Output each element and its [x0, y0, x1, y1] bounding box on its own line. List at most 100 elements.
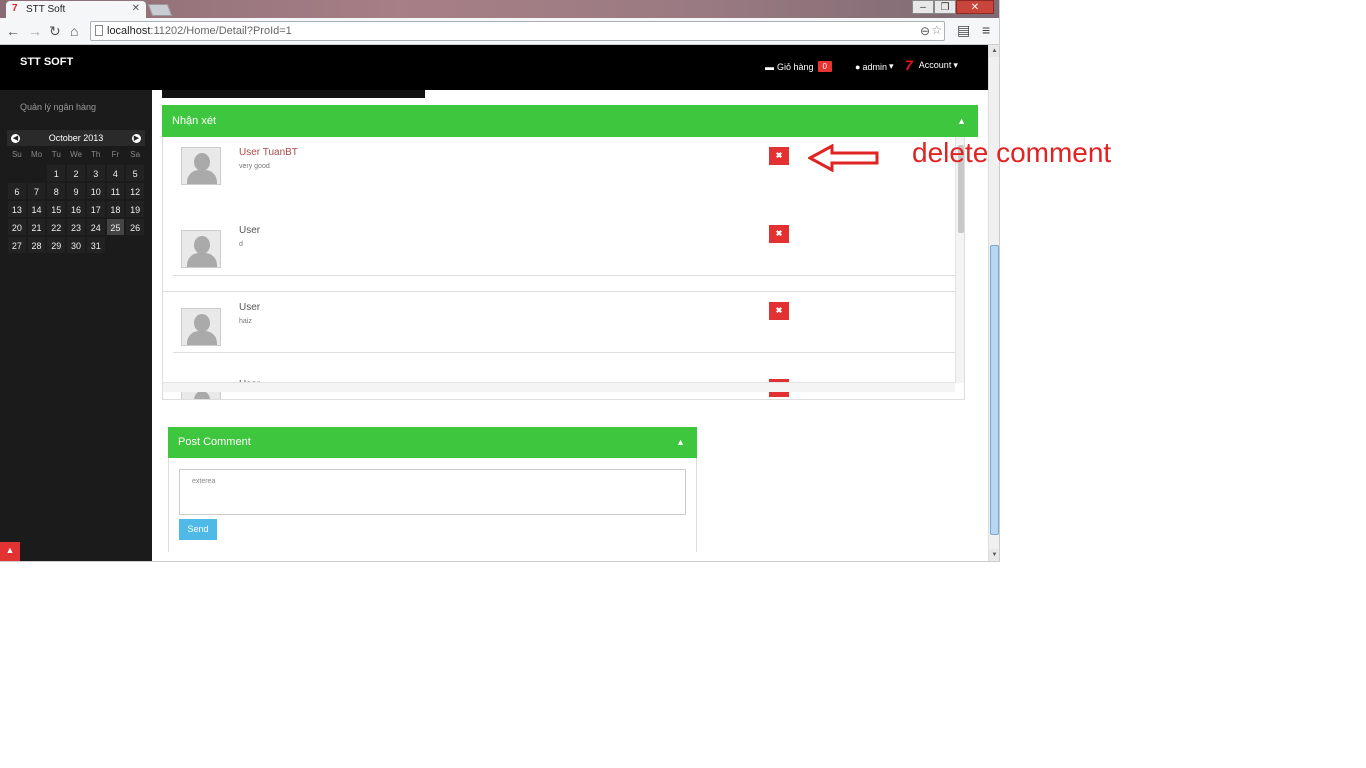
comments-vertical-scrollbar[interactable]	[955, 137, 964, 383]
calendar-weekday: Th	[91, 150, 101, 159]
calendar-widget: ◀ October 2013 ▶ Su Mo Tu We Th Fr Sa 1 2 3 4 5 6 7 8 9…	[7, 130, 145, 254]
close-tab-icon[interactable]: ✕	[132, 3, 140, 14]
calendar-day[interactable]: 6	[7, 182, 27, 200]
forward-icon[interactable]: →	[28, 23, 42, 39]
scroll-up-icon[interactable]: ▲	[989, 45, 999, 57]
calendar-day[interactable]: 7	[26, 182, 47, 200]
account-label: Account	[918, 60, 952, 70]
calendar-day[interactable]: 18	[105, 200, 126, 218]
prev-month-icon[interactable]: ◀	[11, 133, 20, 143]
url-path: :11202/Home/Detail?ProId=1	[150, 25, 292, 37]
comments-horizontal-scrollbar[interactable]	[163, 382, 955, 392]
user-menu[interactable]: ● admin ▾	[855, 61, 893, 72]
tab-strip: 7 STT Soft ✕ – ❐ ✕	[0, 0, 999, 18]
avatar	[181, 147, 221, 185]
next-month-icon[interactable]: ▶	[131, 133, 141, 143]
calendar-day[interactable]: 13	[7, 200, 27, 218]
calendar-day[interactable]: 4	[105, 164, 126, 182]
calendar-day[interactable]: 31	[85, 236, 106, 254]
scroll-top-button[interactable]: ▲	[0, 542, 20, 561]
scrollbar-thumb[interactable]	[990, 245, 999, 535]
calendar-day[interactable]: 20	[7, 218, 27, 236]
chevron-up-icon[interactable]: ▲	[676, 427, 685, 458]
chevron-down-icon: ▾	[953, 59, 958, 70]
cart-link[interactable]: ▬ Giỏ hàng 0	[765, 61, 832, 72]
calendar-day[interactable]: 23	[66, 218, 86, 236]
calendar-empty-cell	[7, 164, 27, 182]
calendar-day[interactable]: 11	[105, 182, 126, 200]
comment-user: User TuanBT	[239, 147, 298, 158]
calendar-empty-cell	[125, 236, 145, 254]
user-icon: ●	[855, 61, 861, 72]
extension-icon[interactable]: ▤	[957, 22, 970, 39]
calendar-day[interactable]: 19	[125, 200, 145, 218]
browser-toolbar: ← → ↻ ⌂ localhost:11202/Home/Detail?ProI…	[0, 18, 999, 45]
calendar-weekday: Fr	[111, 150, 120, 159]
delete-comment-button[interactable]: ✖	[769, 147, 789, 165]
calendar-day[interactable]: 14	[26, 200, 47, 218]
new-tab-button[interactable]	[147, 4, 173, 16]
brand-logo-icon: 7	[905, 57, 913, 73]
calendar-day[interactable]: 22	[46, 218, 67, 236]
calendar-header: ◀ October 2013 ▶	[7, 130, 145, 146]
calendar-month: October 2013	[48, 133, 104, 143]
chevron-up-icon[interactable]: ▲	[957, 105, 966, 137]
page-icon	[95, 25, 103, 36]
send-button[interactable]: Send	[179, 519, 217, 540]
home-icon[interactable]: ⌂	[70, 23, 78, 39]
reload-icon[interactable]: ↻	[49, 23, 61, 39]
bookmark-star-icon[interactable]: ☆	[931, 23, 942, 37]
comments-panel-title: Nhận xét	[172, 115, 217, 127]
account-menu[interactable]: 7 Account ▾	[905, 57, 958, 73]
calendar-day[interactable]: 17	[85, 200, 106, 218]
url-host: localhost	[107, 25, 151, 37]
calendar-day[interactable]: 10	[85, 182, 106, 200]
calendar-day[interactable]: 30	[66, 236, 86, 254]
zoom-icon[interactable]: ⊖	[920, 24, 930, 38]
calendar-day[interactable]: 3	[85, 164, 106, 182]
calendar-day[interactable]: 26	[125, 218, 145, 236]
calendar-day[interactable]: 12	[125, 182, 145, 200]
delete-comment-button[interactable]: ✖	[769, 302, 789, 320]
comment-text: d	[239, 241, 243, 248]
back-icon[interactable]: ←	[6, 23, 20, 39]
calendar-day[interactable]: 25	[105, 218, 126, 236]
chevron-down-icon: ▾	[888, 61, 894, 71]
calendar-day[interactable]: 29	[46, 236, 67, 254]
calendar-day[interactable]: 16	[66, 200, 86, 218]
comment-text: very good	[239, 163, 270, 170]
divider	[173, 275, 955, 276]
calendar-day[interactable]: 15	[46, 200, 67, 218]
sidebar: Quản lý ngân hàng ◀ October 2013 ▶ Su Mo T…	[0, 90, 152, 561]
calendar-day[interactable]: 27	[7, 236, 27, 254]
post-panel-header[interactable]: Post Comment ▲	[168, 427, 697, 458]
calendar-day[interactable]: 1	[46, 164, 67, 182]
minimize-button[interactable]: –	[912, 0, 934, 14]
calendar-day[interactable]: 21	[26, 218, 47, 236]
comments-panel-header[interactable]: Nhận xét ▲	[162, 105, 978, 137]
window-controls: – ❐ ✕	[912, 0, 994, 14]
comments-list: User TuanBT very good ✖ User d ✖ User ha…	[162, 137, 965, 400]
cart-label: Giỏ hàng	[777, 61, 814, 72]
calendar-grid: Su Mo Tu We Th Fr Sa 1 2 3 4 5 6 7 8 9 10 11 12 13 14 15 16 17 1…	[7, 146, 145, 254]
menu-icon[interactable]: ≡	[982, 22, 990, 38]
delete-comment-button[interactable]: ✖	[769, 225, 789, 243]
site-brand[interactable]: STT SOFT	[20, 56, 73, 68]
page-scrollbar[interactable]: ▲ ▼	[988, 45, 999, 561]
calendar-day[interactable]: 2	[66, 164, 86, 182]
scroll-down-icon[interactable]: ▼	[989, 549, 999, 561]
comment-user: User	[239, 302, 261, 313]
tab-stt-soft[interactable]: 7 STT Soft ✕	[6, 1, 146, 18]
calendar-empty-cell	[105, 236, 126, 254]
comment-textarea[interactable]: exterea	[179, 469, 686, 515]
calendar-day[interactable]: 8	[46, 182, 67, 200]
calendar-day[interactable]: 24	[85, 218, 106, 236]
post-panel-title: Post Comment	[178, 436, 251, 448]
calendar-day[interactable]: 28	[26, 236, 47, 254]
sidebar-item-bank[interactable]: Quản lý ngân hàng	[20, 102, 96, 112]
maximize-button[interactable]: ❐	[934, 0, 956, 14]
close-window-button[interactable]: ✕	[956, 0, 994, 14]
calendar-day[interactable]: 9	[66, 182, 86, 200]
calendar-day[interactable]: 5	[125, 164, 145, 182]
address-bar[interactable]: localhost:11202/Home/Detail?ProId=1 ⊖ ☆	[90, 21, 945, 41]
